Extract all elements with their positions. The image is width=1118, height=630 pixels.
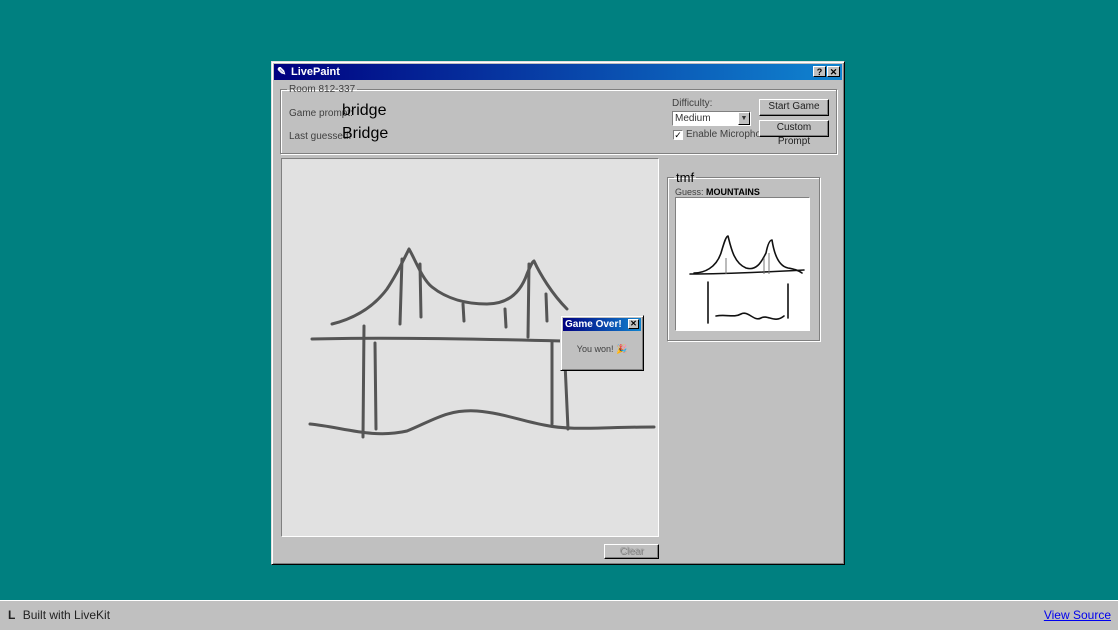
difficulty-select[interactable]: Medium ▼ <box>672 111 751 126</box>
difficulty-label: Difficulty: <box>672 98 713 109</box>
dialog-titlebar[interactable]: Game Over! ✕ <box>563 318 641 331</box>
dialog-close-button[interactable]: ✕ <box>628 319 639 329</box>
player-canvas <box>675 197 810 331</box>
clear-button[interactable]: Clear <box>604 544 659 559</box>
footer-bar: L Built with LiveKit View Source <box>0 600 1118 630</box>
view-source-link[interactable]: View Source <box>1044 608 1111 622</box>
player-name: tmf <box>676 170 695 185</box>
help-button[interactable]: ? <box>813 66 826 77</box>
game-over-dialog: Game Over! ✕ You won! 🎉 <box>560 315 644 371</box>
dialog-message: You won! 🎉 <box>561 344 643 355</box>
livepaint-window: ✎ LivePaint ? ✕ Room 812-337 Game prompt… <box>271 61 845 565</box>
player-guess-value: MOUNTAINS <box>706 187 760 197</box>
player-guess-label: Guess: <box>675 187 704 197</box>
player-drawing <box>689 235 805 324</box>
dialog-title: Game Over! <box>565 319 622 330</box>
window-title: LivePaint <box>291 66 340 78</box>
microphone-checkbox[interactable]: ✓ <box>673 130 683 140</box>
pencil-icon: ✎ <box>277 66 287 78</box>
livekit-brand: L Built with LiveKit <box>8 608 110 622</box>
last-guessed-value: Bridge <box>342 125 389 142</box>
game-prompt-value: bridge <box>342 102 387 119</box>
brand-label: Built with LiveKit <box>22 608 111 622</box>
difficulty-value: Medium <box>675 113 711 124</box>
close-button[interactable]: ✕ <box>827 66 840 77</box>
custom-prompt-button[interactable]: Custom Prompt <box>759 120 829 147</box>
window-titlebar[interactable]: ✎ LivePaint ? ✕ <box>274 64 842 80</box>
livekit-logo-icon: L <box>8 608 16 622</box>
room-label: Room 812-337 <box>289 84 356 95</box>
party-popper-icon: 🎉 <box>616 344 628 354</box>
chevron-down-icon[interactable]: ▼ <box>738 112 750 125</box>
start-game-button[interactable]: Start Game <box>759 99 829 116</box>
player-guess: Guess: MOUNTAINS <box>675 187 760 197</box>
dialog-message-text: You won! <box>576 344 614 354</box>
